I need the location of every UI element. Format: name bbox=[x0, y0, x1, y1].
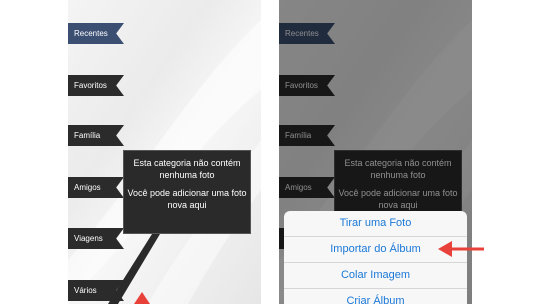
category-tab-varios[interactable]: Vários bbox=[68, 280, 124, 301]
empty-category-message: Esta categoria não contém nenhuma foto V… bbox=[123, 150, 251, 234]
tap-arrow-icon bbox=[134, 292, 150, 304]
paste-image-button[interactable]: Colar Imagem bbox=[284, 263, 467, 289]
category-tab-viagens[interactable]: Viagens bbox=[68, 228, 124, 249]
take-photo-button[interactable]: Tirar uma Foto bbox=[284, 211, 467, 237]
category-tab-familia[interactable]: Família bbox=[68, 125, 124, 146]
highlight-arrow-icon bbox=[438, 241, 484, 257]
category-tab-amigos[interactable]: Amigos bbox=[68, 177, 124, 198]
empty-message-line2: Você pode adicionar uma foto nova aqui bbox=[127, 188, 247, 210]
left-phone-screen: Recentes Favoritos Família Amigos Viagen… bbox=[68, 0, 261, 304]
create-album-button[interactable]: Criar Álbum bbox=[284, 289, 467, 304]
empty-message-line1: Esta categoria não contém nenhuma foto bbox=[133, 158, 241, 180]
category-tab-favoritos[interactable]: Favoritos bbox=[68, 75, 124, 96]
category-tab-recentes[interactable]: Recentes bbox=[68, 23, 124, 44]
right-phone-screen: Recentes Favoritos Família Amigos Viagen… bbox=[279, 0, 472, 304]
